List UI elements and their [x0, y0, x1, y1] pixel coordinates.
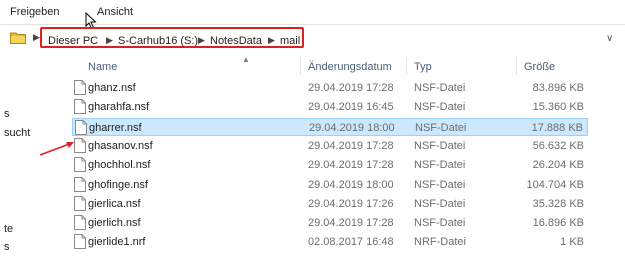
file-date: 29.04.2019 18:00 [309, 121, 395, 134]
file-icon [74, 176, 86, 195]
file-name: gierlich.nsf [88, 217, 141, 230]
column-header-size[interactable]: Größe [524, 61, 555, 73]
file-size: 15.360 KB [532, 101, 584, 114]
file-icon [74, 157, 86, 175]
sort-ascending-icon: ▲ [242, 55, 250, 64]
file-icon [74, 234, 86, 252]
file-row[interactable]: ghasanov.nsf 29.04.2019 17:28 NSF-Datei 56.… [72, 137, 588, 155]
file-type: NSF-Datei [414, 101, 466, 114]
nav-item-fragment[interactable]: sucht [4, 127, 30, 139]
ribbon-tabs: Freigeben Ansicht [0, 0, 625, 30]
file-type: NSF-Datei [414, 139, 466, 152]
file-name: gharrer.nsf [89, 121, 142, 134]
chevron-right-icon[interactable]: ▶ [268, 35, 275, 46]
nav-item-fragment[interactable]: s [4, 241, 10, 253]
file-row[interactable]: gharahfa.nsf 29.04.2019 16:45 NSF-Datei 15.… [72, 98, 588, 116]
column-divider[interactable] [406, 57, 407, 75]
column-header-type[interactable]: Typ [414, 61, 432, 73]
file-row[interactable]: ghofinge.nsf 29.04.2019 18:00 NSF-Datei 104… [72, 176, 588, 194]
file-type: NRF-Datei [414, 236, 466, 249]
file-date: 02.08.2017 16:48 [308, 236, 394, 249]
file-date: 29.04.2019 17:28 [308, 159, 394, 172]
file-date: 29.04.2019 17:28 [308, 217, 394, 230]
crumb-mail[interactable]: mail [280, 35, 300, 47]
file-size: 83.896 KB [532, 82, 584, 94]
file-name: ghofinge.nsf [88, 178, 148, 191]
file-icon [74, 215, 86, 233]
file-icon [74, 195, 86, 214]
file-row[interactable]: gierlich.nsf 29.04.2019 17:28 NSF-Datei 16.… [72, 214, 588, 232]
file-name: ghochhol.nsf [88, 159, 151, 172]
crumb-notesdata[interactable]: NotesData [210, 35, 262, 47]
nav-item-fragment[interactable]: te [4, 223, 13, 235]
file-name: ghanz.nsf [88, 82, 136, 94]
red-arrow-annotation [39, 142, 74, 156]
column-header-name[interactable]: Name [88, 61, 117, 73]
file-size: 16.896 KB [532, 217, 584, 230]
tab-ansicht[interactable]: Ansicht [97, 6, 133, 18]
breadcrumb: Dieser PC ▶ S-Carhub16 (S:) ▶ NotesData … [40, 27, 304, 48]
file-row[interactable]: gierlica.nsf 29.04.2019 17:26 NSF-Datei 35.… [72, 195, 588, 213]
crumb-drive[interactable]: S-Carhub16 (S:) [118, 35, 198, 47]
file-type: NSF-Datei [414, 159, 466, 172]
file-type: NSF-Datei [414, 178, 466, 191]
column-header-row: ▲ Name Änderungsdatum Typ Größe [60, 55, 600, 75]
file-name: gierlica.nsf [88, 197, 141, 210]
file-name: ghasanov.nsf [88, 139, 153, 152]
file-name: gierlide1.nrf [88, 236, 146, 249]
file-size: 1 KB [560, 236, 584, 249]
file-type: NSF-Datei [414, 217, 466, 230]
crumb-this-pc[interactable]: Dieser PC [48, 35, 98, 47]
file-row[interactable]: gierlide1.nrf 02.08.2017 16:48 NRF-Datei 1 … [72, 233, 588, 251]
file-icon [74, 80, 86, 98]
nav-item-fragment[interactable]: s [4, 108, 10, 120]
file-row[interactable]: gharrer.nsf 29.04.2019 18:00 NSF-Datei 17.8… [72, 117, 588, 138]
file-type: NSF-Datei [414, 82, 466, 94]
file-date: 29.04.2019 17:26 [308, 197, 394, 210]
file-row[interactable]: ghanz.nsf 29.04.2019 17:28 NSF-Datei 83.896… [72, 79, 588, 97]
file-list: ghanz.nsf 29.04.2019 17:28 NSF-Datei 83.896… [60, 79, 600, 271]
file-size: 35.328 KB [532, 197, 584, 210]
address-bar[interactable]: ▶ Dieser PC ▶ S-Carhub16 (S:) ▶ NotesDat… [0, 27, 625, 51]
chevron-right-icon[interactable]: ▶ [106, 35, 113, 46]
tab-freigeben[interactable]: Freigeben [10, 6, 60, 18]
file-icon [75, 119, 87, 138]
file-row[interactable]: ghochhol.nsf 29.04.2019 17:28 NSF-Datei 26.… [72, 156, 588, 174]
file-date: 29.04.2019 16:45 [308, 101, 394, 114]
column-divider[interactable] [516, 57, 517, 75]
file-size: 17.888 KB [531, 121, 583, 134]
chevron-right-icon[interactable]: ▶ [198, 35, 205, 46]
navigation-pane: s sucht te s [0, 52, 60, 271]
chevron-down-icon[interactable]: ∨ [606, 33, 613, 44]
column-header-date[interactable]: Änderungsdatum [308, 61, 392, 73]
file-type: NSF-Datei [414, 197, 466, 210]
file-size: 104.704 KB [526, 178, 585, 191]
file-size: 26.204 KB [532, 159, 584, 172]
folder-icon [10, 31, 26, 47]
file-size: 56.632 KB [532, 139, 584, 152]
file-type: NSF-Datei [415, 121, 467, 134]
chevron-right-icon[interactable]: ▶ [33, 32, 40, 43]
file-date: 29.04.2019 17:28 [308, 139, 394, 152]
file-icon [74, 99, 86, 117]
file-date: 29.04.2019 17:28 [308, 82, 394, 94]
file-date: 29.04.2019 18:00 [308, 178, 394, 191]
file-name: gharahfa.nsf [88, 101, 150, 114]
column-divider[interactable] [300, 57, 301, 75]
